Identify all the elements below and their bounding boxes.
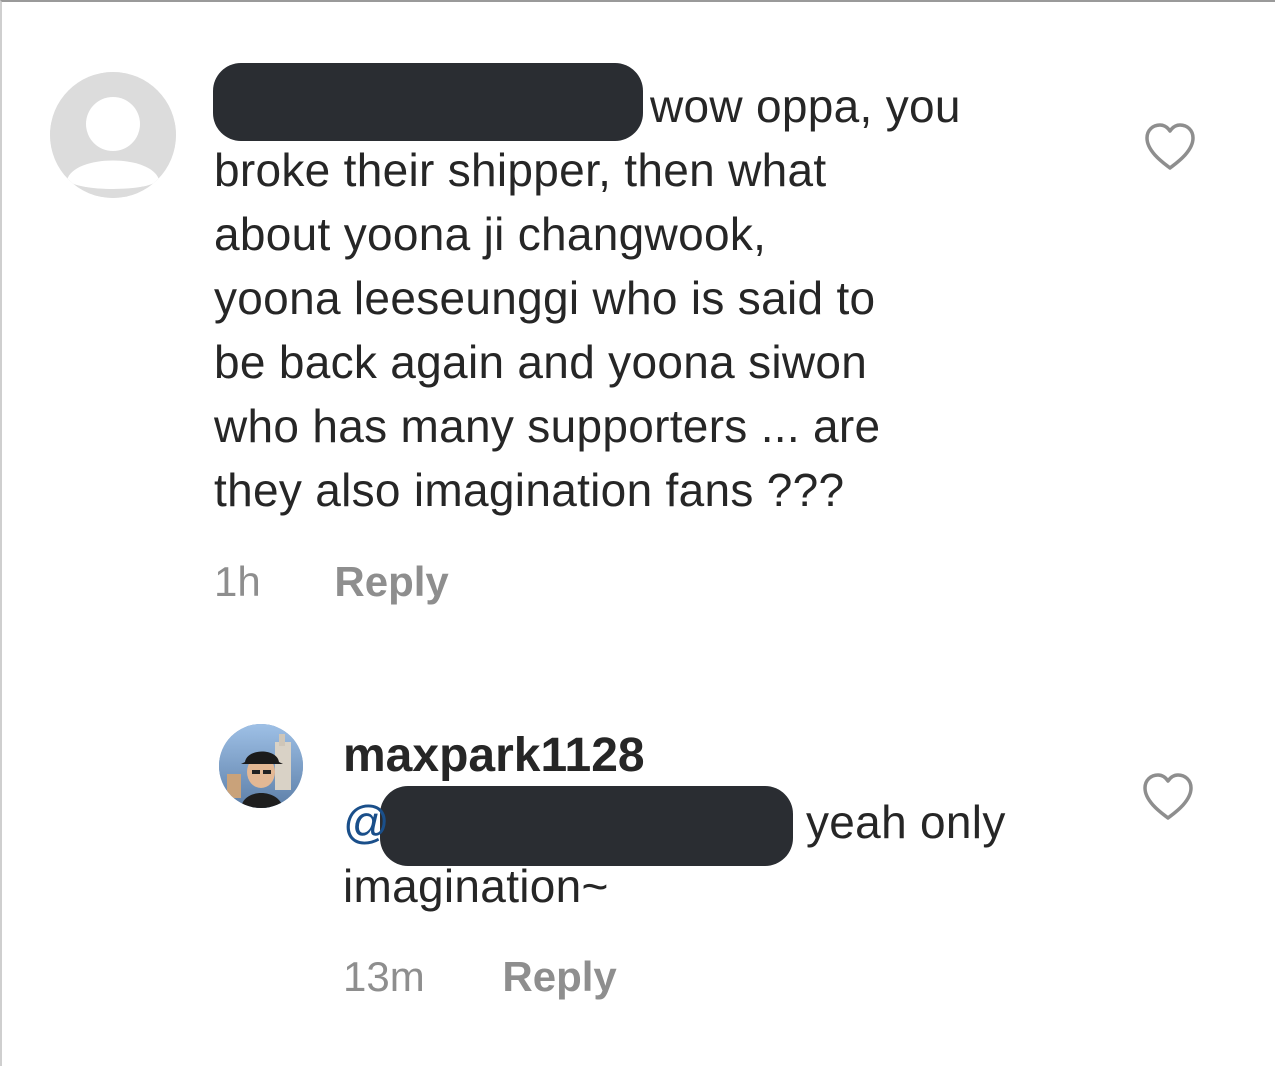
reply-button[interactable]: Reply — [502, 953, 616, 1001]
profile-photo-icon — [219, 724, 303, 808]
comment-text-body: broke their shipper, then what about yoo… — [214, 144, 881, 516]
heart-outline-icon[interactable] — [1141, 772, 1195, 822]
reply-text-body: imagination~ — [343, 860, 609, 912]
user-photo-avatar[interactable] — [219, 724, 303, 808]
reply-text: @ yeah only imagination~ — [343, 790, 1103, 918]
reply-text-first-line: yeah only — [806, 796, 1006, 848]
comment-text-first-line: wow oppa, you — [650, 80, 961, 132]
reply-button[interactable]: Reply — [334, 558, 448, 606]
person-silhouette-icon — [50, 72, 176, 198]
comment-text: wow oppa, you broke their shipper, then … — [214, 74, 1094, 522]
comment-meta: 1h Reply — [214, 558, 449, 606]
mention-prefix[interactable]: @ — [343, 796, 390, 848]
heart-outline-icon[interactable] — [1143, 122, 1197, 172]
comment-timestamp: 1h — [214, 558, 261, 605]
reply-meta: 13m Reply — [343, 953, 617, 1001]
default-avatar-icon[interactable] — [50, 72, 176, 198]
reply-timestamp: 13m — [343, 953, 425, 1000]
comment-username[interactable]: maxpark1128 — [343, 724, 645, 788]
